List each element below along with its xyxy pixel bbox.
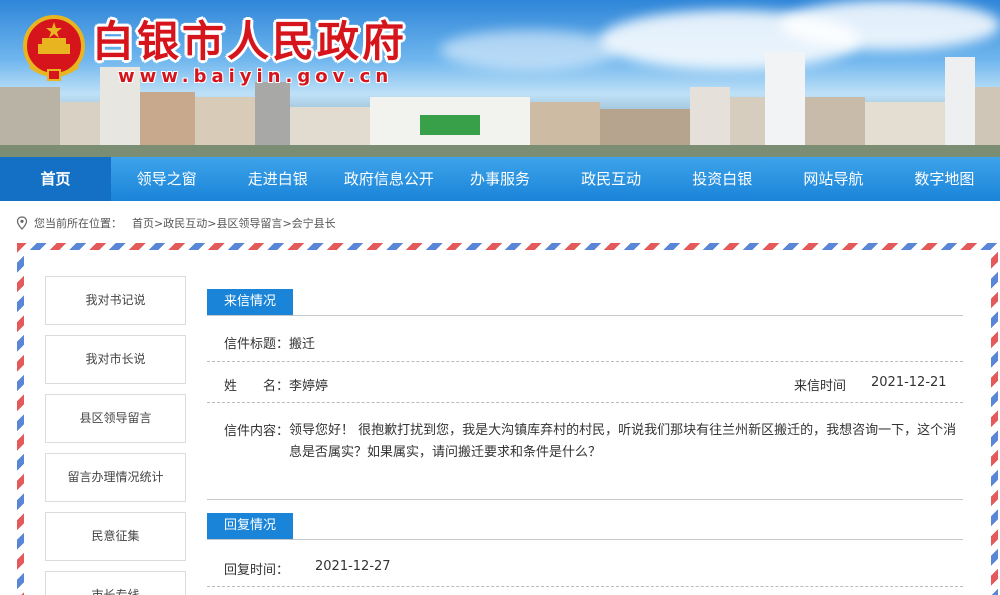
location-pin-icon bbox=[16, 216, 28, 230]
breadcrumb-huining-mayor[interactable]: 会宁县长 bbox=[292, 215, 336, 231]
breadcrumb-separator: > bbox=[207, 216, 217, 230]
nav-item-sitemap[interactable]: 网站导航 bbox=[778, 157, 889, 201]
letter-content-text: 领导您好！ 很抱歉打扰到您，我是大沟镇库弃村的村民，听说我们那块有往兰州新区搬迁… bbox=[289, 423, 957, 460]
letter-date-value: 2021-12-21 bbox=[871, 375, 947, 390]
breadcrumb: 您当前所在位置： 首页 > 政民互动 > 县区领导留言 > 会宁县长 bbox=[16, 213, 336, 233]
letter-date-label: 来信时间 bbox=[794, 379, 847, 394]
content-panel: 我对书记说 我对市长说 县区领导留言 留言办理情况统计 民意征集 市长专线 来信… bbox=[24, 250, 991, 595]
sidebar-item-hotline[interactable]: 市长专线 bbox=[45, 571, 186, 595]
breadcrumb-separator: > bbox=[154, 216, 164, 230]
divider bbox=[207, 539, 963, 540]
sidebar-item-opinion[interactable]: 民意征集 bbox=[45, 512, 186, 561]
breadcrumb-county-messages[interactable]: 县区领导留言 bbox=[216, 215, 282, 231]
sidebar-item-mayor[interactable]: 我对市长说 bbox=[45, 335, 186, 384]
letter-title-row: 信件标题：搬迁 bbox=[224, 333, 315, 352]
nav-item-gov-info[interactable]: 政府信息公开 bbox=[333, 157, 444, 201]
nav-item-home[interactable]: 首页 bbox=[0, 157, 112, 201]
main-nav: 首页 领导之窗 走进白银 政府信息公开 办事服务 政民互动 投资白银 网站导航 … bbox=[0, 157, 1000, 201]
divider bbox=[207, 402, 963, 403]
breadcrumb-home[interactable]: 首页 bbox=[132, 215, 154, 231]
reply-time-value: 2021-12-27 bbox=[315, 559, 391, 574]
national-emblem-icon bbox=[23, 15, 85, 81]
breadcrumb-separator: > bbox=[282, 216, 292, 230]
nav-item-services[interactable]: 办事服务 bbox=[444, 157, 555, 201]
breadcrumb-interaction[interactable]: 政民互动 bbox=[163, 215, 207, 231]
site-url: www.baiyin.gov.cn bbox=[118, 66, 394, 87]
letter-title-label: 信件标题： bbox=[224, 337, 290, 352]
letter-section-tag: 来信情况 bbox=[207, 289, 293, 315]
header-banner: 白银市人民政府 www.baiyin.gov.cn bbox=[0, 0, 1000, 157]
divider bbox=[207, 361, 963, 362]
nav-item-about[interactable]: 走进白银 bbox=[222, 157, 333, 201]
sidebar-item-statistics[interactable]: 留言办理情况统计 bbox=[45, 453, 186, 502]
site-title: 白银市人民政府 bbox=[92, 17, 408, 66]
breadcrumb-prefix: 您当前所在位置： bbox=[34, 217, 122, 230]
nav-item-investment[interactable]: 投资白银 bbox=[667, 157, 778, 201]
divider bbox=[207, 315, 963, 316]
sidebar-item-county-leaders[interactable]: 县区领导留言 bbox=[45, 394, 186, 443]
nav-item-digital-map[interactable]: 数字地图 bbox=[889, 157, 1000, 201]
letter-title-value: 搬迁 bbox=[289, 337, 316, 352]
envelope-border: 我对书记说 我对市长说 县区领导留言 留言办理情况统计 民意征集 市长专线 来信… bbox=[17, 243, 998, 595]
letter-name-value: 李婷婷 bbox=[289, 379, 329, 394]
letter-content-label: 信件内容： bbox=[224, 424, 290, 439]
letter-name-row: 姓 名：李婷婷 bbox=[224, 375, 328, 394]
reply-section-tag: 回复情况 bbox=[207, 513, 293, 539]
reply-time-label: 回复时间： bbox=[224, 563, 290, 578]
divider bbox=[207, 586, 963, 587]
nav-item-interaction[interactable]: 政民互动 bbox=[556, 157, 667, 201]
sidebar-item-secretary[interactable]: 我对书记说 bbox=[45, 276, 186, 325]
letter-name-label: 姓 名： bbox=[224, 379, 290, 394]
nav-item-leaders[interactable]: 领导之窗 bbox=[111, 157, 222, 201]
divider bbox=[207, 499, 963, 500]
